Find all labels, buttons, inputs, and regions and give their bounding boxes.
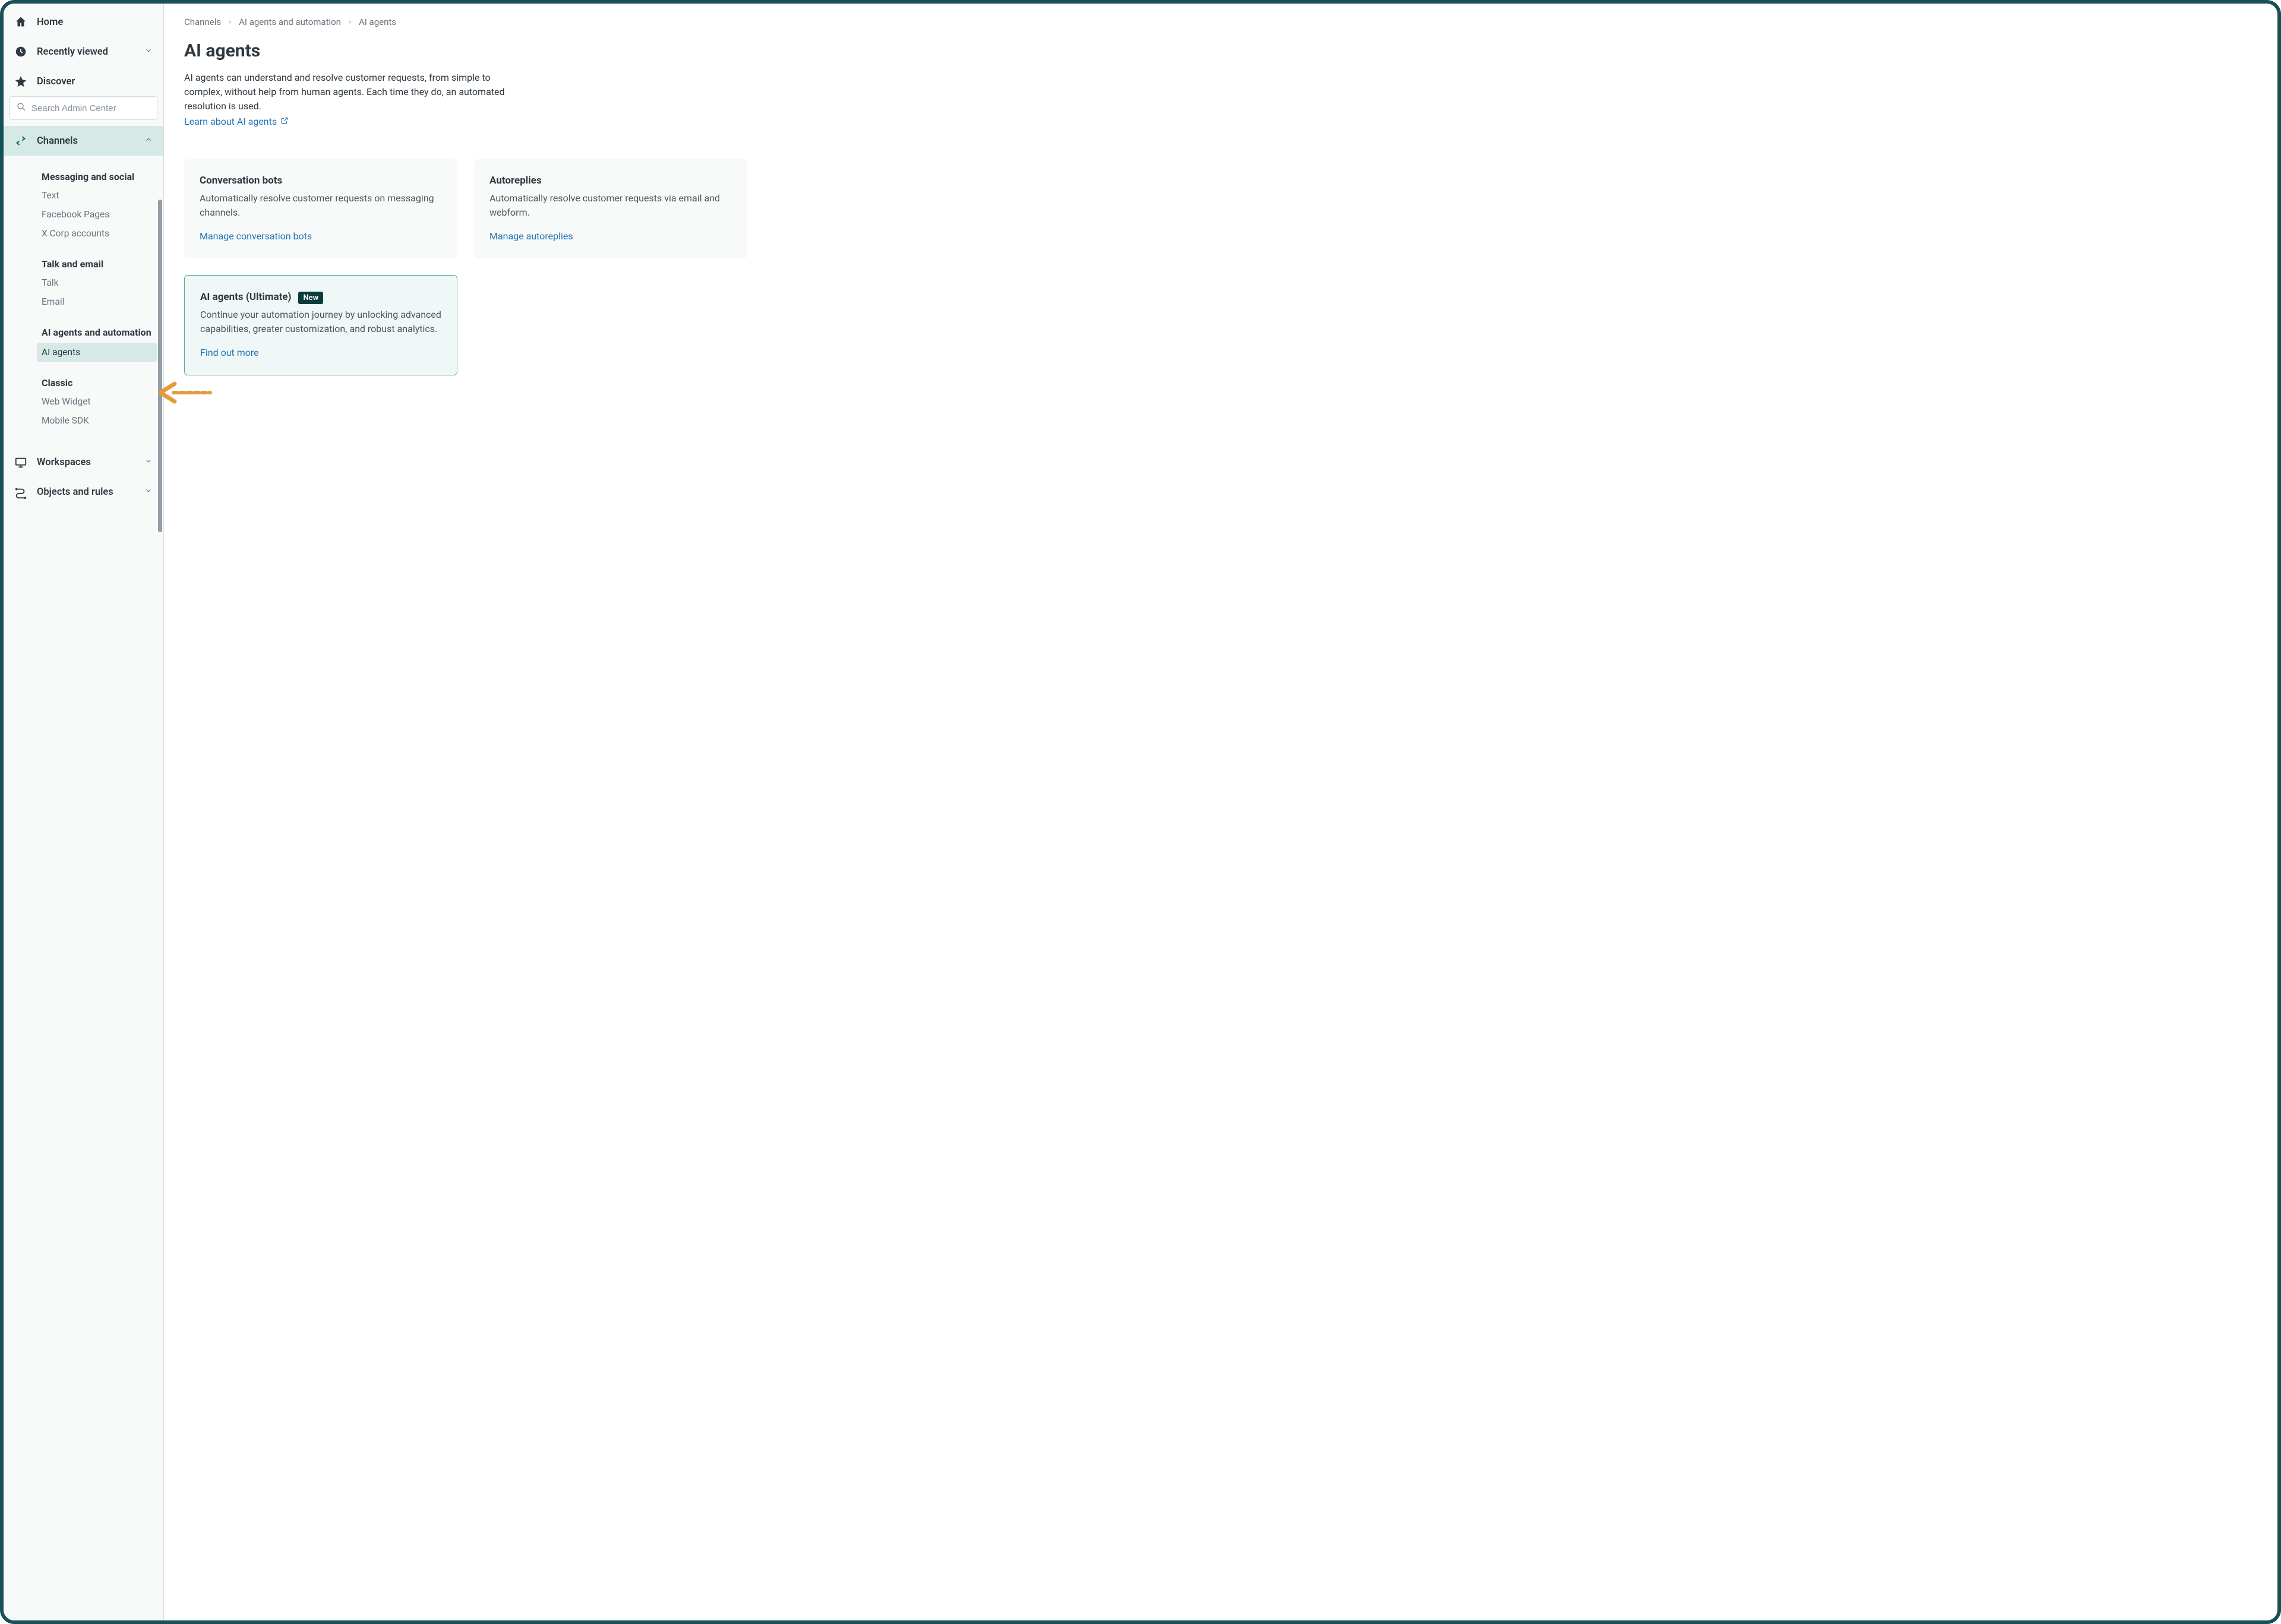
chevron-down-icon [144,486,153,498]
crumb-ai-agents[interactable]: AI agents [359,17,396,27]
search-input[interactable] [31,103,151,113]
find-out-more-link[interactable]: Find out more [200,347,259,358]
scrollbar-thumb[interactable] [158,200,162,532]
nav-objects-rules-label: Objects and rules [37,486,113,498]
subitem-x-corp[interactable]: X Corp accounts [4,224,163,243]
card-conversation-desc: Automatically resolve customer requests … [200,191,442,220]
card-ultimate-title: AI agents (Ultimate) [200,291,291,303]
subgroup-talk-email: Talk and email Talk Email [4,249,163,317]
main-content: Channels AI agents and automation AI age… [164,4,2277,1620]
breadcrumb: Channels AI agents and automation AI age… [184,17,2257,27]
nav-objects-rules[interactable]: Objects and rules [4,478,163,507]
page-description: AI agents can understand and resolve cus… [184,71,517,113]
subitem-talk[interactable]: Talk [4,273,163,292]
crumb-ai-automation[interactable]: AI agents and automation [239,17,341,27]
card-ultimate-desc: Continue your automation journey by unlo… [200,308,441,336]
nav-channels[interactable]: Channels [4,126,163,156]
subitem-text[interactable]: Text [4,186,163,205]
app-window: Home Recently viewed Discover [0,0,2281,1624]
subitem-facebook-pages[interactable]: Facebook Pages [4,205,163,224]
search-input-wrap[interactable] [10,96,157,120]
chevron-up-icon [144,135,153,147]
external-link-icon [280,116,289,127]
subgroup-ai-agents-title: AI agents and automation [4,322,163,343]
card-conversation-bots: Conversation bots Automatically resolve … [184,159,457,258]
subgroup-classic-title: Classic [4,372,163,392]
search-icon [16,102,27,115]
subgroup-ai-agents: AI agents and automation AI agents [4,317,163,368]
monitor-icon [14,456,27,469]
channels-subtree: Messaging and social Text Facebook Pages… [4,156,163,448]
manage-autoreplies-link[interactable]: Manage autoreplies [489,230,573,242]
subgroup-classic: Classic Web Widget Mobile SDK [4,368,163,436]
manage-conversation-bots-link[interactable]: Manage conversation bots [200,230,312,242]
page-title: AI agents [184,40,2257,61]
subitem-ai-agents[interactable]: AI agents [37,343,157,362]
card-autoreplies-title: Autoreplies [489,175,732,187]
chevron-right-icon [347,17,353,27]
subitem-mobile-sdk[interactable]: Mobile SDK [4,411,163,430]
card-autoreplies: Autoreplies Automatically resolve custom… [474,159,747,258]
search-wrap [4,96,163,126]
cards-row: Conversation bots Automatically resolve … [184,159,2257,258]
star-icon [14,75,27,88]
chevron-right-icon [227,17,233,27]
new-badge: New [298,292,323,304]
nav-primary: Home Recently viewed Discover [4,4,163,96]
nav-discover[interactable]: Discover [4,67,163,96]
home-icon [14,15,27,29]
subgroup-messaging-title: Messaging and social [4,166,163,186]
chevron-down-icon [144,457,153,468]
subitem-email[interactable]: Email [4,292,163,311]
nav-workspaces[interactable]: Workspaces [4,448,163,478]
nav-channels-label: Channels [37,135,78,147]
subgroup-messaging: Messaging and social Text Facebook Pages… [4,162,163,249]
nav-home[interactable]: Home [4,7,163,37]
nav-discover-label: Discover [37,76,75,87]
subitem-web-widget[interactable]: Web Widget [4,392,163,411]
learn-link-label: Learn about AI agents [184,116,277,127]
learn-link[interactable]: Learn about AI agents [184,116,289,127]
nav-recently-viewed[interactable]: Recently viewed [4,37,163,67]
route-icon [14,486,27,499]
clock-icon [14,45,27,58]
subgroup-talk-email-title: Talk and email [4,254,163,273]
crumb-channels[interactable]: Channels [184,17,221,27]
nav-recently-viewed-label: Recently viewed [37,46,108,58]
transfer-icon [14,134,27,147]
nav-home-label: Home [37,17,63,28]
nav-workspaces-label: Workspaces [37,457,91,468]
chevron-down-icon [144,46,153,58]
card-conversation-title: Conversation bots [200,175,442,187]
sidebar: Home Recently viewed Discover [4,4,164,1620]
card-ai-agents-ultimate: AI agents (Ultimate) New Continue your a… [184,275,457,375]
card-autoreplies-desc: Automatically resolve customer requests … [489,191,732,220]
